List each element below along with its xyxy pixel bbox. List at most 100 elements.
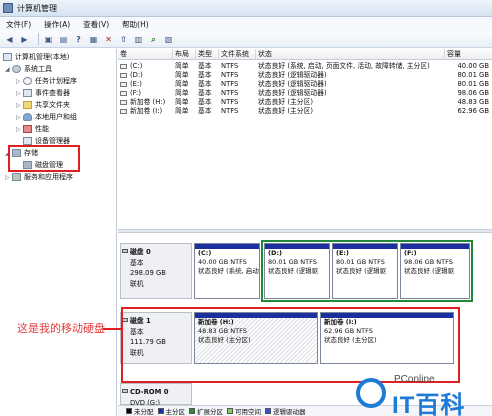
volume-name: (F:): [130, 89, 141, 97]
table-row[interactable]: (C:) 简单 基本 NTFS 状态良好 (系统, 启动, 页面文件, 活动, 故障转储…: [118, 62, 492, 71]
open-folder-icon[interactable]: ▥: [133, 34, 144, 45]
collapse-arrow-icon[interactable]: ◢: [5, 66, 12, 73]
cell-vol: (D:): [118, 71, 173, 80]
disk-state: 联机: [130, 279, 144, 288]
tree-label: 服务和应用程序: [24, 173, 73, 181]
forward-icon[interactable]: ▶: [19, 34, 30, 45]
tree-item-system-tools[interactable]: ◢ 系统工具: [5, 64, 52, 74]
cell-status: 状态良好 (逻辑驱动器): [258, 71, 327, 79]
help-icon[interactable]: ?: [73, 34, 84, 45]
watermark-top-text: PConline: [394, 374, 435, 385]
tree-item-task-scheduler[interactable]: ▷ 任务计划程序: [16, 76, 77, 86]
delete-icon[interactable]: ✕: [103, 34, 114, 45]
cell-layout: 简单: [175, 62, 189, 70]
tree-item-local-users[interactable]: ▷ 本地用户和组: [16, 112, 77, 122]
partition-size: 40.00 GB NTFS: [198, 258, 247, 266]
extended-swatch: [189, 408, 195, 414]
up-folder-icon[interactable]: ▣: [43, 34, 54, 45]
tree-item-services[interactable]: ▷ 服务和应用程序: [5, 172, 73, 182]
properties-icon[interactable]: ▤: [58, 34, 69, 45]
window-title: 计算机管理: [17, 3, 57, 13]
table-row[interactable]: 新加卷 (I:) 简单 基本 NTFS 状态良好 (主分区) 62.96 GB: [118, 107, 492, 116]
partition-name: (C:): [198, 249, 212, 257]
cell-layout: 简单: [175, 80, 189, 88]
tree-item-shared-folders[interactable]: ▷ 共享文件夹: [16, 100, 70, 110]
toolbar-separator: [38, 33, 39, 45]
tree-label: 性能: [35, 125, 49, 133]
performance-icon: [23, 125, 32, 133]
legend-label: 可用空间: [235, 408, 261, 416]
menu-action[interactable]: 操作(A): [44, 19, 70, 30]
column-header-layout[interactable]: 布局: [173, 49, 196, 60]
console-icon[interactable]: ▦: [88, 34, 99, 45]
cell-type: 基本: [198, 62, 212, 70]
column-header-filesystem[interactable]: 文件系统: [219, 49, 256, 60]
column-header-status[interactable]: 状态: [256, 49, 445, 60]
expand-arrow-icon[interactable]: ▷: [16, 78, 23, 85]
pconline-logo-icon: [356, 378, 386, 408]
cell-status: 状态良好 (主分区): [258, 107, 314, 115]
disk-icon: [122, 249, 128, 253]
volume-icon: [120, 81, 127, 87]
annotation-pointer: [103, 328, 121, 330]
cell-status: 状态良好 (系统, 启动, 页面文件, 活动, 故障转储, 主分区): [258, 62, 430, 70]
expand-arrow-icon[interactable]: ▷: [16, 90, 23, 97]
volume-name: (C:): [130, 62, 143, 70]
expand-arrow-icon[interactable]: ▷: [16, 114, 23, 121]
expand-arrow-icon[interactable]: ▷: [16, 126, 23, 133]
expand-arrow-icon[interactable]: ▷: [16, 102, 23, 109]
column-header-type[interactable]: 类型: [196, 49, 219, 60]
tree-item-event-viewer[interactable]: ▷ 事件查看器: [16, 88, 70, 98]
table-row[interactable]: (D:) 简单 基本 NTFS 状态良好 (逻辑驱动器) 80.01 GB: [118, 71, 492, 80]
extended-partition-outline: [261, 240, 473, 302]
disk-name: CD-ROM 0: [130, 388, 169, 396]
legend-label: 主分区: [165, 408, 186, 416]
refresh-icon[interactable]: ▧: [163, 34, 174, 45]
cell-type: 基本: [198, 71, 212, 79]
cell-cap: 80.01 GB: [457, 80, 489, 88]
tree-item-root[interactable]: 计算机管理(本地): [3, 52, 69, 62]
column-header-volume[interactable]: 卷: [118, 49, 173, 60]
volume-name: (D:): [130, 71, 143, 79]
cell-fs: NTFS: [221, 71, 239, 79]
expand-arrow-icon[interactable]: ▷: [5, 174, 12, 181]
cell-layout: 简单: [175, 71, 189, 79]
computer-management-icon: [3, 3, 13, 13]
partition-status: 状态良好 (系统, 启动,: [198, 267, 260, 275]
disk-size: 298.09 GB: [130, 269, 166, 277]
cell-vol: (E:): [118, 80, 173, 89]
volume-icon: [120, 90, 127, 96]
unallocated-swatch: [126, 408, 132, 414]
cell-type: 基本: [198, 98, 212, 106]
event-log-icon: [23, 89, 32, 97]
annotation-text: 这是我的移动硬盘: [17, 322, 105, 335]
cell-status: 状态良好 (主分区): [258, 98, 314, 106]
watermark-main-text: IT百科: [392, 392, 466, 416]
cdrom-0-label[interactable]: CD-ROM 0 DVD (G:): [120, 383, 192, 407]
tree-label: 本地用户和组: [35, 113, 77, 121]
back-icon[interactable]: ◀: [4, 34, 15, 45]
cell-vol: 新加卷 (H:): [118, 98, 173, 107]
cell-cap: 48.83 GB: [457, 98, 489, 106]
cell-cap: 98.06 GB: [457, 89, 489, 97]
table-row[interactable]: 新加卷 (H:) 简单 基本 NTFS 状态良好 (主分区) 48.83 GB: [118, 98, 492, 107]
menu-help[interactable]: 帮助(H): [122, 19, 149, 30]
menu-file[interactable]: 文件(F): [6, 19, 31, 30]
pconline-watermark: PConline IT百科: [356, 372, 490, 416]
table-row[interactable]: (F:) 简单 基本 NTFS 状态良好 (逻辑驱动器) 98.06 GB: [118, 89, 492, 98]
folder-icon: [23, 101, 32, 109]
menu-view[interactable]: 查看(V): [83, 19, 109, 30]
volume-icon: [120, 108, 127, 114]
cell-vol: (F:): [118, 89, 173, 98]
cell-layout: 简单: [175, 107, 189, 115]
search-icon[interactable]: ⌕: [148, 34, 159, 45]
table-row[interactable]: (E:) 简单 基本 NTFS 状态良好 (逻辑驱动器) 80.01 GB: [118, 80, 492, 89]
cell-vol: 新加卷 (I:): [118, 107, 173, 116]
export-icon[interactable]: ⇧: [118, 34, 129, 45]
legend-label: 扩展分区: [197, 408, 223, 416]
tree-item-performance[interactable]: ▷ 性能: [16, 124, 49, 134]
disk-0-label[interactable]: 磁盘 0 基本 298.09 GB 联机: [120, 243, 192, 299]
partition-c[interactable]: (C:) 40.00 GB NTFS 状态良好 (系统, 启动,: [194, 243, 260, 299]
volume-table: 卷 布局 类型 文件系统 状态 容量 (C:) 简单 基本 NTFS 状态良好 (系统,…: [118, 49, 492, 229]
column-header-capacity[interactable]: 容量: [445, 49, 492, 60]
